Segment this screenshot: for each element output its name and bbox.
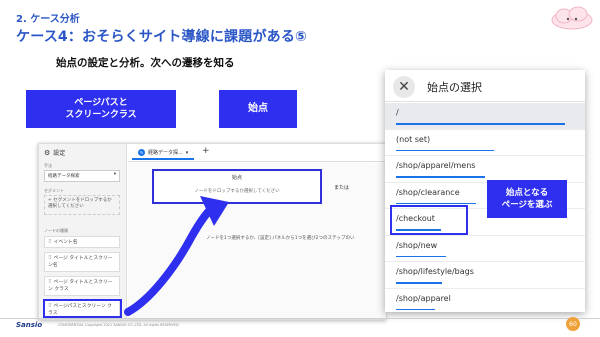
- panel-title: 始点の選択: [427, 81, 482, 94]
- list-item[interactable]: /: [385, 103, 585, 130]
- list-item-label: /: [396, 108, 399, 117]
- list-item-bar: [396, 282, 443, 284]
- list-item[interactable]: /shop/lifestyle/bags: [385, 262, 585, 289]
- list-item[interactable]: /shop/apparel/mens: [385, 156, 585, 183]
- page-number: 60: [566, 317, 580, 331]
- copyright-text: CONFIDENTIAL Copyright 2021 SANSIO CO.,L…: [58, 323, 179, 327]
- panel-header: ✕ 始点の選択: [385, 70, 585, 102]
- footer-divider: [0, 318, 600, 319]
- list-item-label: /shop/clearance: [396, 187, 460, 197]
- list-item-label: /shop/new: [396, 240, 438, 250]
- list-item-bar: [396, 176, 485, 178]
- list-item-label: /shop/apparel: [396, 293, 451, 303]
- list-item-bar: [396, 255, 446, 257]
- checkout-highlight: [390, 205, 468, 235]
- company-logo: Sansio: [16, 321, 43, 329]
- list-item-bar: [396, 149, 494, 151]
- list-item-bar: [396, 308, 436, 310]
- close-icon[interactable]: ✕: [393, 76, 415, 98]
- select-start-page-callout: 始点となる ページを選ぶ: [487, 180, 567, 218]
- list-item-label: /shop/lifestyle/bags: [396, 267, 474, 276]
- list-item-label: (not set): [396, 134, 431, 144]
- list-item[interactable]: (not set): [385, 130, 585, 156]
- list-item-bar: [396, 202, 477, 204]
- list-item-label: /shop/apparel/mens: [396, 161, 476, 170]
- list-item-bar: [396, 123, 566, 125]
- list-item[interactable]: /shop/new: [385, 236, 585, 262]
- list-item[interactable]: /shop/apparel: [385, 289, 585, 313]
